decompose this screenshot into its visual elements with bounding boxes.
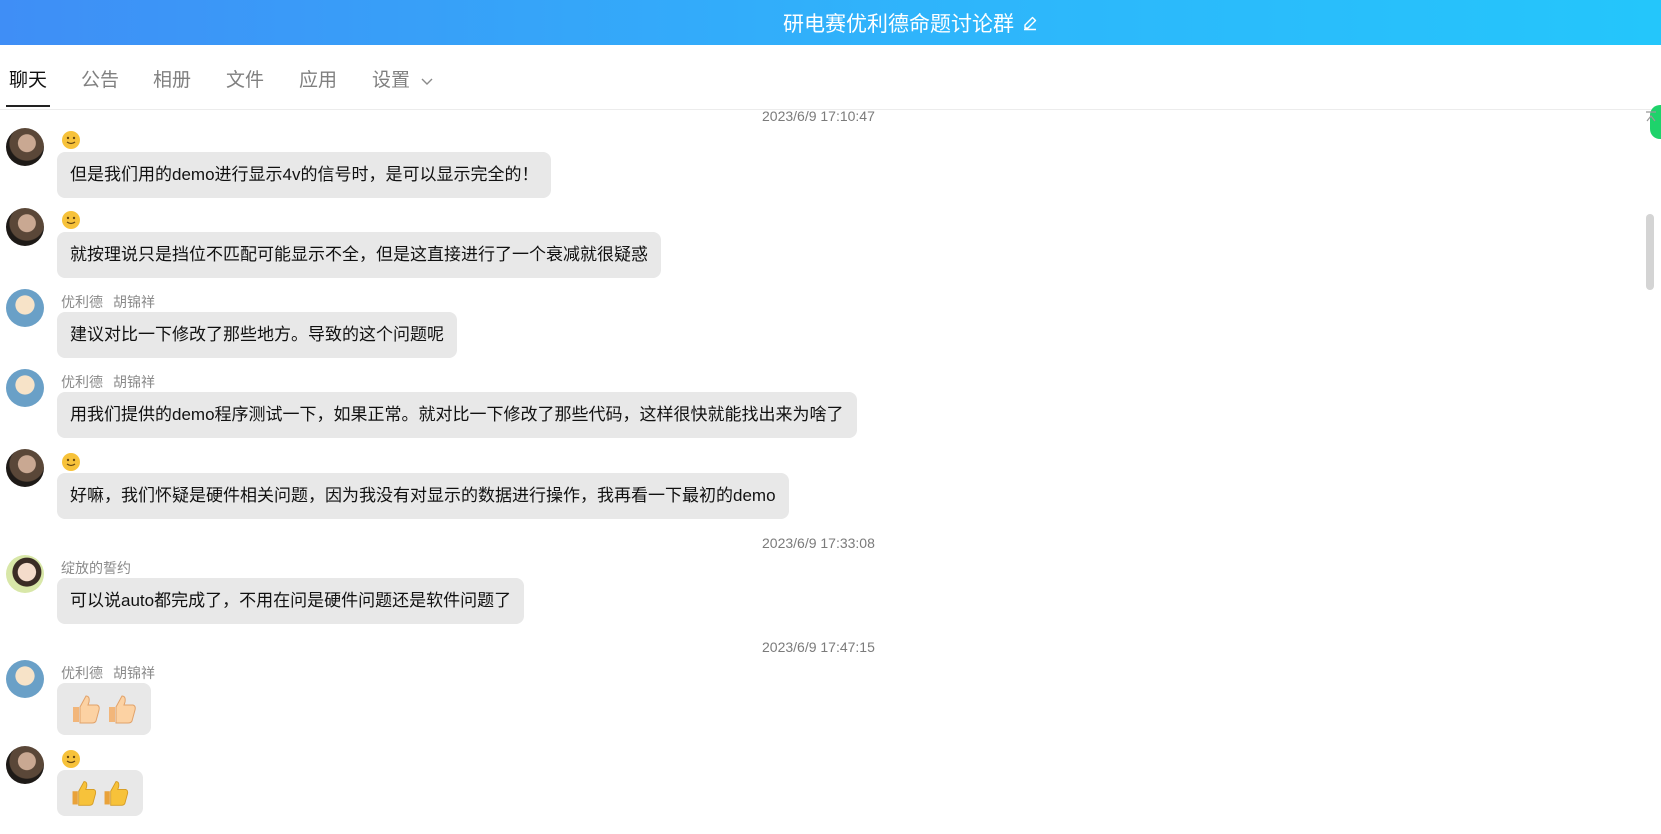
sender-nickname: 胡锦祥 [113,374,155,390]
timestamp: 2023/6/9 17:33:08 [762,535,875,551]
chevron-down-icon [421,45,433,117]
tab-files[interactable]: 文件 [226,45,264,107]
smile-emoji-icon [62,750,80,768]
message-bubble[interactable]: 好嘛，我们怀疑是硬件相关问题，因为我没有对显示的数据进行操作，我再看一下最初的d… [57,473,789,519]
tab-settings[interactable]: 设置 [372,45,433,107]
edit-pencil-icon[interactable] [1022,15,1038,31]
sender-nickname: 胡锦祥 [113,665,155,681]
message-bubble[interactable]: 但是我们用的demo进行显示4v的信号时，是可以显示完全的！ [57,152,552,198]
sender-name[interactable]: 优利德 胡锦祥 [61,372,155,392]
avatar[interactable] [6,208,44,246]
tab-album[interactable]: 相册 [153,45,191,107]
tab-announcement[interactable]: 公告 [81,45,119,107]
avatar[interactable] [6,128,44,166]
avatar[interactable] [6,449,44,487]
message-bubble[interactable] [57,683,151,735]
group-title: 研电赛优利德命题讨论群 [783,12,1014,36]
thumbs-up-emoji-icon [73,695,100,724]
sender-tag: 优利德 [61,665,103,681]
tab-bar: 聊天 公告 相册 文件 应用 设置 [0,45,1661,139]
thumbs-up-emoji-icon [72,781,97,806]
message-bubble[interactable]: 建议对比一下修改了那些地方。导致的这个问题呢 [57,312,457,358]
message-bubble[interactable]: 用我们提供的demo程序测试一下，如果正常。就对比一下修改了那些代码，这样很快就… [57,392,857,438]
tab-chat[interactable]: 聊天 [5,45,51,107]
smile-emoji-icon [62,211,80,229]
sender-name[interactable]: 绽放的誓约 [61,558,131,578]
timestamp: 2023/6/9 17:47:15 [762,639,875,655]
sender-nickname: 胡锦祥 [113,294,155,310]
smile-emoji-icon [62,131,80,149]
avatar[interactable] [6,660,44,698]
scrollbar-thumb[interactable] [1646,214,1654,290]
avatar[interactable] [6,369,44,407]
timestamp: 2023/6/9 17:10:47 [762,108,875,124]
avatar[interactable] [6,746,44,784]
scroll-top-icon[interactable] [1644,110,1658,129]
sender-name[interactable]: 优利德 胡锦祥 [61,663,155,683]
sender-name[interactable]: 优利德 胡锦祥 [61,292,155,312]
smile-emoji-icon [62,453,80,471]
avatar[interactable] [6,289,44,327]
tab-settings-label: 设置 [372,70,411,92]
title-bar: 研电赛优利德命题讨论群 [0,0,1661,45]
thumbs-up-emoji-icon [104,781,129,806]
thumbs-up-emoji-icon [109,695,136,724]
tab-apps[interactable]: 应用 [299,45,337,107]
sender-tag: 优利德 [61,294,103,310]
message-bubble[interactable]: 可以说auto都完成了，不用在问是硬件问题还是软件问题了 [57,578,525,624]
message-bubble[interactable]: 就按理说只是挡位不匹配可能显示不全，但是这直接进行了一个衰减就很疑惑 [57,232,661,278]
sender-tag: 优利德 [61,374,103,390]
message-bubble[interactable] [57,770,143,816]
avatar[interactable] [6,555,44,593]
